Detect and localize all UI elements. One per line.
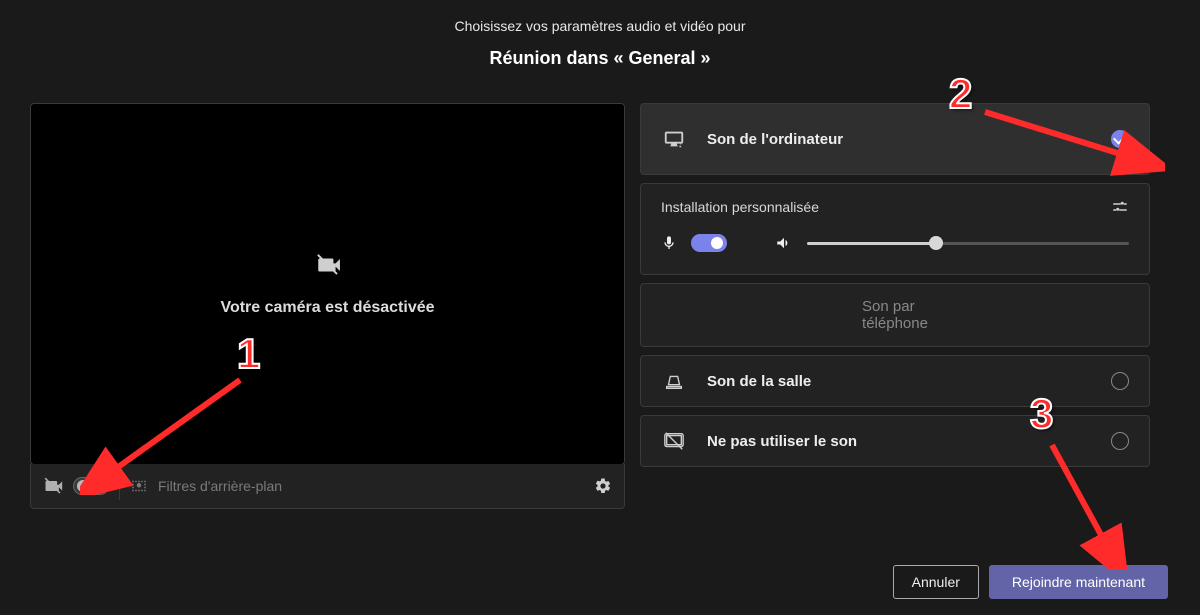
custom-setup-label[interactable]: Installation personnalisée <box>661 199 819 215</box>
radio-icon <box>1111 372 1129 390</box>
header: Choisissez vos paramètres audio et vidéo… <box>0 0 1200 69</box>
volume-slider[interactable] <box>807 242 1129 245</box>
room-icon <box>661 370 687 392</box>
meeting-title: Réunion dans « General » <box>0 48 1200 69</box>
camera-off-icon <box>315 252 341 283</box>
volume-slider-thumb[interactable] <box>929 236 943 250</box>
background-filter-icon <box>130 477 148 495</box>
settings-subtitle: Choisissez vos paramètres audio et vidéo… <box>0 18 1200 34</box>
divider <box>119 472 120 500</box>
radio-selected-icon <box>1111 130 1129 148</box>
microphone-toggle[interactable] <box>691 234 727 252</box>
radio-icon <box>1111 432 1129 450</box>
audio-option-room[interactable]: Son de la salle <box>640 355 1150 407</box>
video-toolbar: Filtres d'arrière-plan <box>30 464 625 509</box>
video-preview: Votre caméra est désactivée <box>30 103 625 465</box>
audio-option-computer[interactable]: Son de l'ordinateur <box>640 103 1150 175</box>
audio-option-none[interactable]: Ne pas utiliser le son <box>640 415 1150 467</box>
join-now-button[interactable]: Rejoindre maintenant <box>989 565 1168 599</box>
speaker-icon <box>775 234 793 252</box>
cancel-button[interactable]: Annuler <box>893 565 979 599</box>
audio-option-label: Ne pas utiliser le son <box>707 433 1091 450</box>
camera-toggle[interactable] <box>73 477 109 495</box>
camera-off-text: Votre caméra est désactivée <box>220 299 434 317</box>
monitor-speaker-icon <box>661 128 687 150</box>
action-buttons: Annuler Rejoindre maintenant <box>893 565 1168 599</box>
gear-icon[interactable] <box>594 477 612 495</box>
screen-mute-icon <box>661 430 687 452</box>
sliders-icon[interactable] <box>1111 198 1129 216</box>
camera-off-icon <box>43 476 63 496</box>
audio-panel: Son de l'ordinateur Installation personn… <box>640 103 1150 509</box>
custom-setup-panel: Installation personnalisée <box>640 183 1150 275</box>
background-filters-button[interactable]: Filtres d'arrière-plan <box>158 478 282 494</box>
audio-option-label: Son de la salle <box>707 373 1091 390</box>
audio-option-phone: Son par téléphone <box>640 283 1150 347</box>
audio-option-label: Son par téléphone <box>862 298 928 332</box>
video-panel: Votre caméra est désactivée Filtres d'ar… <box>30 103 625 509</box>
microphone-icon <box>661 235 677 251</box>
audio-option-label: Son de l'ordinateur <box>707 131 1091 148</box>
